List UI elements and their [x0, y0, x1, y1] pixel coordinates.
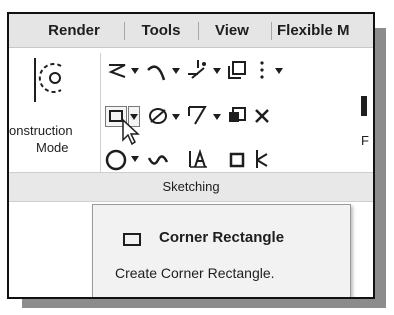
points-icon[interactable]: [186, 58, 210, 82]
project-icon[interactable]: [227, 106, 247, 126]
trim-icon[interactable]: [187, 104, 209, 126]
rectangle-small-icon[interactable]: [229, 152, 245, 168]
tab-separator: [124, 22, 125, 40]
more-icon[interactable]: [259, 60, 265, 80]
chevron-down-icon[interactable]: [131, 68, 139, 74]
panel-title: Sketching: [162, 179, 220, 194]
ribbon-tab-bar: Render Tools View Flexible M: [9, 14, 373, 48]
panel-divider: [100, 53, 101, 178]
fillet-icon[interactable]: [147, 106, 169, 126]
chevron-down-icon[interactable]: [172, 68, 180, 74]
tab-view[interactable]: View: [204, 14, 260, 47]
mirror-icon[interactable]: [253, 148, 271, 170]
tab-tools[interactable]: Tools: [130, 14, 192, 47]
tab-render[interactable]: Render: [31, 14, 117, 47]
screenshot-frame: Render Tools View Flexible M onstruction…: [7, 12, 375, 299]
construction-mode-icon[interactable]: [31, 56, 71, 104]
corner-rectangle-icon: [123, 233, 141, 246]
sketching-panel-title-bar: Sketching: [9, 172, 373, 202]
tooltip: Corner Rectangle Create Corner Rectangle…: [92, 204, 351, 297]
partial-icon: [361, 96, 367, 116]
tooltip-title: Corner Rectangle: [159, 229, 285, 246]
ribbon-panel: onstruction Mode F: [9, 48, 373, 182]
chevron-down-icon[interactable]: [172, 114, 180, 120]
delete-icon[interactable]: [254, 108, 270, 124]
text-icon[interactable]: [187, 148, 209, 170]
polyline-icon[interactable]: [107, 62, 129, 80]
chevron-down-icon[interactable]: [213, 68, 221, 74]
circle-icon[interactable]: [105, 148, 129, 172]
tab-separator: [271, 22, 272, 40]
chevron-down-icon[interactable]: [131, 156, 139, 162]
right-edge-label: F: [361, 133, 369, 148]
arc-icon[interactable]: [146, 60, 168, 82]
cursor-arrow-icon: [122, 118, 140, 146]
offset-icon[interactable]: [227, 60, 247, 80]
tooltip-description: Create Corner Rectangle.: [115, 265, 275, 281]
tab-separator: [198, 22, 199, 40]
chevron-down-icon[interactable]: [275, 68, 283, 74]
construction-mode-label-2: Mode: [36, 140, 69, 155]
tab-flexible-modeling[interactable]: Flexible M: [277, 14, 373, 47]
spline-icon[interactable]: [147, 152, 169, 168]
chevron-down-icon[interactable]: [213, 114, 221, 120]
construction-mode-label-1: onstruction: [9, 123, 73, 138]
